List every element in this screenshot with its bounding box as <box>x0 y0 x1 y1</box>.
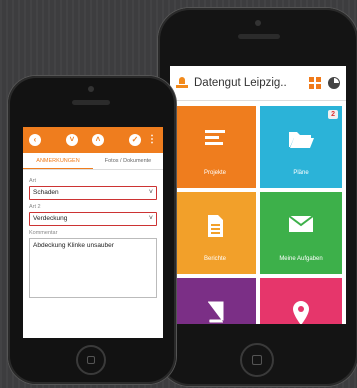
folder-open-icon <box>289 132 314 148</box>
document-icon <box>208 215 223 237</box>
speaker <box>72 100 110 105</box>
art2-label: Art 2 <box>29 204 41 210</box>
mail-icon <box>288 215 314 232</box>
tile-label: Meine Aufgaben <box>279 256 323 262</box>
app-title: Datengut Leipzig.. <box>194 77 287 89</box>
tile-berichte[interactable]: Berichte <box>174 192 256 274</box>
list-icon <box>205 130 225 145</box>
app-logo <box>176 77 188 89</box>
speaker <box>238 34 280 39</box>
pie-chart-icon[interactable] <box>328 77 340 89</box>
chevron-up-icon[interactable]: ˄ <box>92 134 104 146</box>
tile-location[interactable] <box>260 278 342 324</box>
chevron-down-icon: ˅ <box>148 215 153 222</box>
tile-book[interactable] <box>174 278 256 324</box>
art-value: Schaden <box>33 189 59 196</box>
art2-select[interactable]: Verdeckung ˅ <box>29 212 157 226</box>
art2-value: Verdeckung <box>33 215 68 222</box>
tab-fotos-dokumente[interactable]: Fotos / Dokumente <box>93 153 163 169</box>
comment-textarea[interactable]: Abdeckung Klinke unsauber <box>29 238 157 298</box>
art-label: Art <box>29 178 37 184</box>
camera <box>88 86 94 92</box>
tab-bar: ANMERKUNGEN Fotos / Dokumente <box>23 153 163 170</box>
chevron-down-icon: ˅ <box>148 189 153 196</box>
book-icon <box>208 301 224 323</box>
art-select[interactable]: Schaden ˅ <box>29 186 157 200</box>
tile-grid: Projekte 2 Pläne Berichte Meine Aufgaben <box>174 106 344 324</box>
location-pin-icon <box>293 301 309 324</box>
back-button[interactable]: ‹ <box>29 134 41 146</box>
form-screen: ‹ ˅ ˄ ✓ ⋮ ANMERKUNGEN Fotos / Dokumente … <box>23 127 163 338</box>
tile-label: Projekte <box>203 170 226 176</box>
chevron-down-icon[interactable]: ˅ <box>66 134 78 146</box>
tile-label: Berichte <box>203 256 226 262</box>
home-button[interactable] <box>76 345 106 375</box>
grid-view-icon[interactable] <box>309 77 321 89</box>
tile-projekte[interactable]: Projekte <box>174 106 256 188</box>
tile-meine-aufgaben[interactable]: Meine Aufgaben <box>260 192 342 274</box>
comment-label: Kommentar <box>29 230 58 236</box>
check-icon[interactable]: ✓ <box>129 134 141 146</box>
home-button[interactable] <box>240 343 274 377</box>
annotation-form: Art Schaden ˅ Art 2 Verdeckung ˅ Komment… <box>23 170 163 302</box>
tile-plaene[interactable]: 2 Pläne <box>260 106 342 188</box>
toolbar: ‹ ˅ ˄ ✓ ⋮ <box>23 127 163 153</box>
camera <box>255 20 261 26</box>
tile-label: Pläne <box>293 170 309 176</box>
app-bar: Datengut Leipzig.. <box>170 66 346 101</box>
more-options-icon[interactable]: ⋮ <box>147 134 157 146</box>
notification-badge: 2 <box>328 110 338 119</box>
dashboard-screen: Datengut Leipzig.. Projekte 2 Pläne Beri… <box>170 66 346 324</box>
tab-anmerkungen[interactable]: ANMERKUNGEN <box>23 153 93 169</box>
